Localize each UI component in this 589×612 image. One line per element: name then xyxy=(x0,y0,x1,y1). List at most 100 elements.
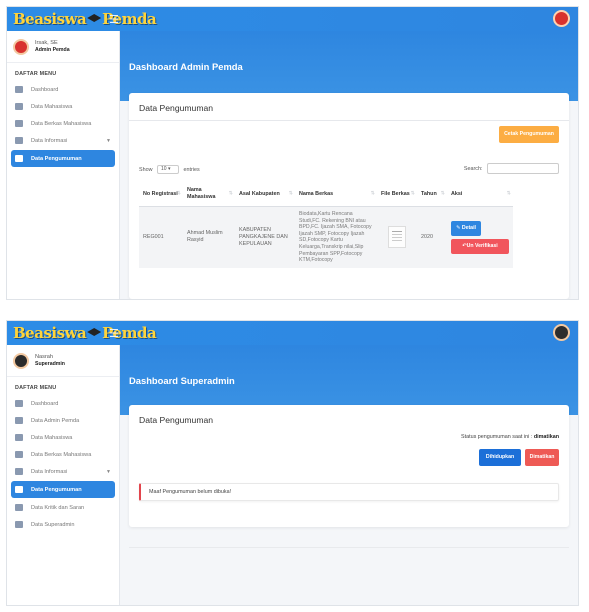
brand-logo[interactable]: Beasiswa Pemda xyxy=(13,323,157,343)
turn-on-button[interactable]: Dihidupkan xyxy=(479,449,521,466)
card-title: Data Pengumuman xyxy=(139,103,214,113)
sidebar-user-panel: Nasrah Superadmin xyxy=(7,345,119,377)
user-name: Irsak, SE xyxy=(35,39,58,46)
top-navbar: Beasiswa Pemda ☰ xyxy=(7,7,578,31)
brand-word-1: Beasiswa xyxy=(13,10,87,28)
sidebar-item-label: Data Berkas Mahasiswa xyxy=(31,120,92,127)
sidebar-item-data-pengumuman[interactable]: Data Pengumuman xyxy=(11,150,115,167)
column-header[interactable]: Nama Mahasiswa ⇅ xyxy=(183,182,235,207)
sidebar-item-dashboard[interactable]: Dashboard xyxy=(7,81,119,98)
sidebar-item-label: Dashboard xyxy=(31,86,59,93)
home-icon xyxy=(15,400,23,407)
avatar xyxy=(13,38,29,55)
graduation-cap-icon xyxy=(15,103,23,110)
screenshot-superadmin: Beasiswa Pemda ☰ Nasrah Superadmin DAFTA… xyxy=(6,320,579,606)
sidebar-item-data-admin-pemda[interactable]: Data Admin Pemda xyxy=(7,412,119,429)
sidebar-item-label: Data Informasi xyxy=(31,137,68,144)
announcement-status: Status pengumuman saat ini : dimatikan xyxy=(461,434,559,440)
cell-nama-mahasiswa: Ahmad Muslim Rasyid xyxy=(183,206,235,268)
status-value: dimatikan xyxy=(533,434,559,440)
cell-aksi: ✎ Detail ↶Un Verifikasi xyxy=(447,206,513,268)
graduation-cap-icon xyxy=(15,434,23,441)
content-divider xyxy=(129,547,569,548)
chat-icon xyxy=(15,504,23,511)
sidebar-item-kritik-saran[interactable]: Data Kritik dan Saran xyxy=(7,499,119,516)
sidebar-item-label: Data Mahasiswa xyxy=(31,103,73,110)
entries-select-value: 10 xyxy=(161,166,167,172)
sidebar: Nasrah Superadmin DAFTAR MENU Dashboard … xyxy=(7,345,120,605)
info-icon xyxy=(15,468,23,475)
show-label: Show xyxy=(139,166,153,173)
brand-logo[interactable]: Beasiswa Pemda xyxy=(13,9,157,29)
column-header[interactable]: Nama Berkas ⇅ xyxy=(295,182,377,207)
turn-off-button[interactable]: Dimatikan xyxy=(525,449,559,466)
sort-icon: ⇅ xyxy=(370,190,375,197)
column-header[interactable]: No Registrasi ⇅ xyxy=(139,182,183,207)
table-row: REG001 Ahmad Muslim Rasyid KABUPATEN PAN… xyxy=(139,206,513,268)
sort-icon: ⇅ xyxy=(288,190,293,197)
top-navbar: Beasiswa Pemda ☰ xyxy=(7,321,578,345)
home-icon xyxy=(15,86,23,93)
entries-length-control: Show 10 ▾ entries xyxy=(139,165,200,174)
sidebar-item-label: Data Pengumuman xyxy=(31,155,82,162)
sort-icon: ⇅ xyxy=(410,190,415,197)
pengumuman-card: Data Pengumuman Cetak Pengumuman Show 10… xyxy=(129,93,569,299)
user-name: Nasrah xyxy=(35,353,54,360)
hamburger-icon[interactable]: ☰ xyxy=(109,327,119,340)
unverify-button[interactable]: ↶Un Verifikasi xyxy=(451,238,509,254)
search-input[interactable] xyxy=(487,163,559,174)
sidebar-item-label: Data Superadmin xyxy=(31,521,75,528)
page-title: Dashboard Admin Pemda xyxy=(129,61,243,72)
graduation-hat-icon xyxy=(87,14,102,22)
sidebar-item-label: Data Pengumuman xyxy=(31,486,82,493)
graduation-hat-icon xyxy=(87,328,102,336)
sidebar: Irsak, SE Admin Pemda DAFTAR MENU Dashbo… xyxy=(7,31,120,299)
column-header[interactable]: Asal Kabupaten ⇅ xyxy=(235,182,295,207)
main-content: Dashboard Admin Pemda Data Pengumuman Ce… xyxy=(120,31,578,299)
sidebar-item-dashboard[interactable]: Dashboard xyxy=(7,395,119,412)
sort-icon: ⇅ xyxy=(228,190,233,197)
entries-select[interactable]: 10 ▾ xyxy=(157,165,179,174)
file-thumbnail[interactable] xyxy=(388,226,406,249)
avatar xyxy=(13,352,29,369)
column-header[interactable]: File Berkas ⇅ xyxy=(377,182,417,207)
pengumuman-table: No Registrasi ⇅ Nama Mahasiswa ⇅ Asal Kabu… xyxy=(139,182,513,268)
download-icon xyxy=(15,521,23,528)
sort-icon: ⇅ xyxy=(506,190,511,197)
column-header[interactable]: Aksi ⇅ xyxy=(447,182,513,207)
menu-header: DAFTAR MENU xyxy=(15,71,57,77)
sidebar-user-panel: Irsak, SE Admin Pemda xyxy=(7,31,119,63)
sidebar-item-data-berkas[interactable]: Data Berkas Mahasiswa xyxy=(7,446,119,463)
user-icon xyxy=(15,417,23,424)
hamburger-icon[interactable]: ☰ xyxy=(109,13,119,26)
cell-no-registrasi: REG001 xyxy=(139,206,183,268)
chevron-down-icon: ▼ xyxy=(106,468,111,475)
sidebar-item-data-mahasiswa[interactable]: Data Mahasiswa xyxy=(7,98,119,115)
user-avatar-icon[interactable] xyxy=(553,10,570,27)
entries-label: entries xyxy=(183,166,200,173)
detail-button[interactable]: ✎ Detail xyxy=(451,220,481,236)
table-header-row: No Registrasi ⇅ Nama Mahasiswa ⇅ Asal Kabu… xyxy=(139,182,513,207)
info-icon xyxy=(15,137,23,144)
folder-icon xyxy=(15,120,23,127)
closed-announcement-alert: Maaf Pengumuman belum dibuka! xyxy=(139,483,559,501)
pengumuman-card: Data Pengumuman Status pengumuman saat i… xyxy=(129,405,569,527)
sidebar-item-data-berkas[interactable]: Data Berkas Mahasiswa xyxy=(7,115,119,132)
sidebar-item-data-superadmin[interactable]: Data Superadmin xyxy=(7,516,119,533)
sidebar-item-data-pengumuman[interactable]: Data Pengumuman xyxy=(11,481,115,498)
user-role: Admin Pemda xyxy=(35,46,70,53)
user-avatar-icon[interactable] xyxy=(553,324,570,341)
sidebar-item-data-informasi[interactable]: Data Informasi ▼ xyxy=(7,132,119,149)
sidebar-item-data-informasi[interactable]: Data Informasi ▼ xyxy=(7,463,119,480)
search-label: Search: xyxy=(463,165,483,172)
edit-icon: ✎ xyxy=(456,224,461,231)
card-divider xyxy=(129,120,569,121)
sidebar-item-data-mahasiswa[interactable]: Data Mahasiswa xyxy=(7,429,119,446)
main-content: Dashboard Superadmin Data Pengumuman Sta… xyxy=(120,345,578,605)
status-label: Status pengumuman saat ini : xyxy=(461,434,533,440)
print-announcement-button[interactable]: Cetak Pengumuman xyxy=(499,126,559,143)
page-title: Dashboard Superadmin xyxy=(129,375,235,386)
column-header[interactable]: Tahun ⇅ xyxy=(417,182,447,207)
cell-tahun: 2020 xyxy=(417,206,447,268)
sidebar-item-label: Data Mahasiswa xyxy=(31,434,73,441)
